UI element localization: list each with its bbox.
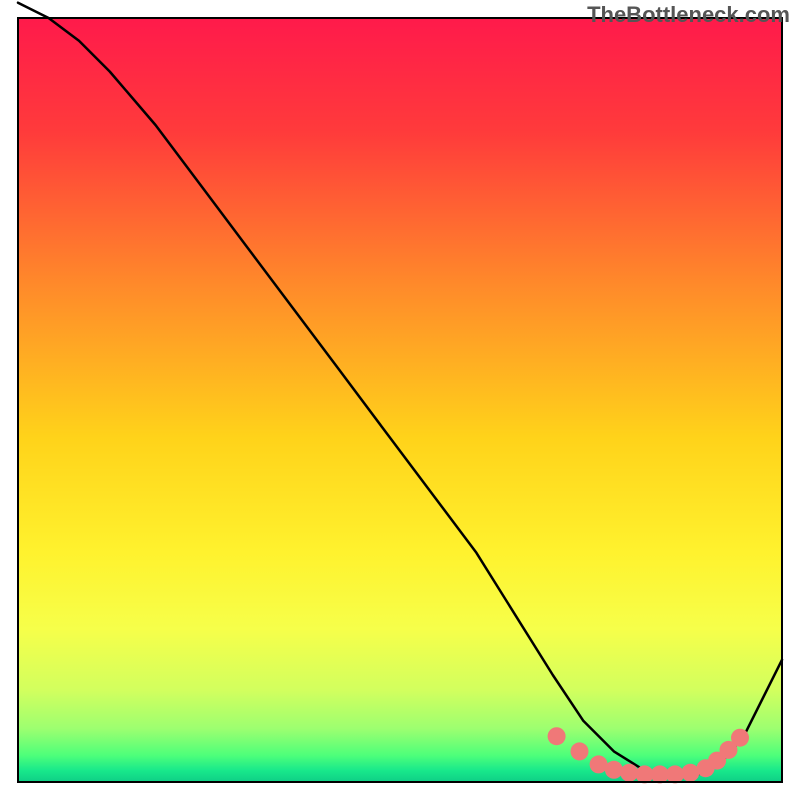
data-marker (731, 729, 749, 747)
data-marker (548, 727, 566, 745)
data-marker (590, 755, 608, 773)
data-marker (681, 764, 699, 782)
plot-area (18, 18, 782, 782)
data-marker (571, 742, 589, 760)
data-marker (666, 765, 684, 783)
watermark-text: TheBottleneck.com (587, 2, 790, 28)
data-marker (605, 761, 623, 779)
bottleneck-chart (0, 0, 800, 800)
data-marker (620, 764, 638, 782)
